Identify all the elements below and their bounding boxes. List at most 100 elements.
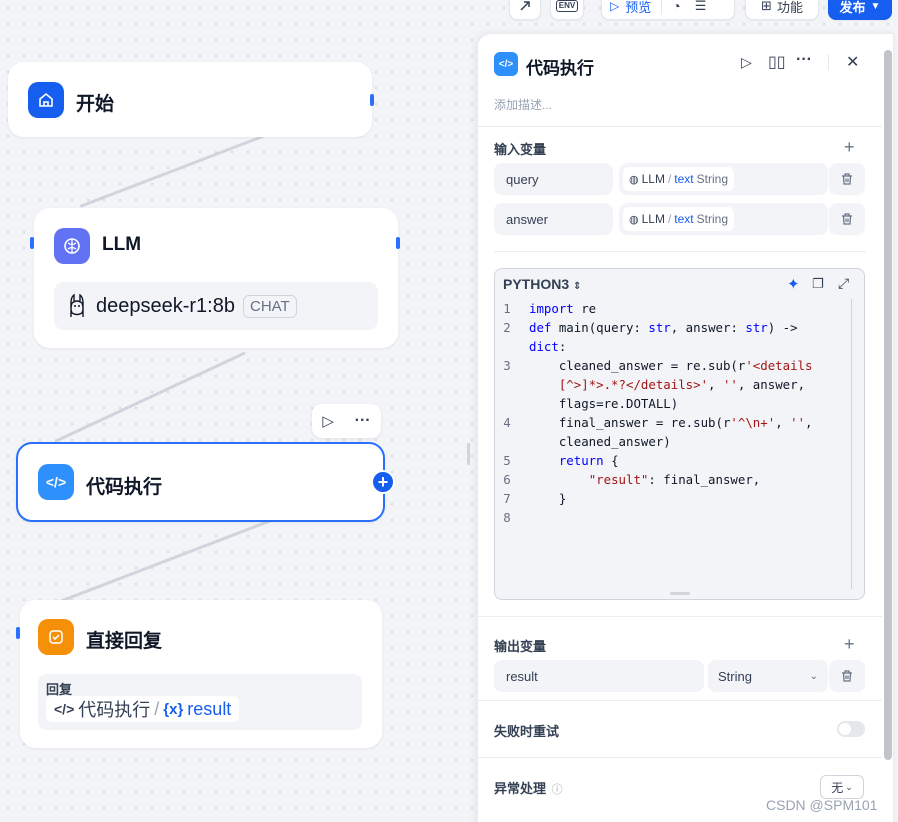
code-editor[interactable]: PYTHON3 ⇕ ✦ ❐ ⤢ 1 import re 2 def main(quer… (494, 268, 865, 600)
close-icon[interactable]: ✕ (846, 52, 859, 72)
description-input[interactable]: 添加描述... (494, 96, 552, 113)
line-content: cleaned_answer = re.sub(r'<details [^>]*… (529, 358, 813, 411)
resize-grip[interactable] (670, 592, 690, 595)
code-line[interactable]: 7 } (495, 489, 850, 508)
llm-brain-icon (54, 228, 90, 264)
retry-toggle[interactable] (837, 721, 865, 737)
line-number: 3 (503, 358, 511, 373)
code-line[interactable]: 5 return { (495, 451, 850, 470)
trash-icon (842, 213, 852, 225)
input-ref-selector[interactable]: ◍ LLM / text String (619, 163, 828, 195)
model-selector[interactable]: deepseek-r1:8b CHAT (54, 282, 378, 330)
error-handling-label: 异常处理 ⓘ (494, 778, 563, 797)
ref-type: String (696, 212, 728, 226)
plus-icon: + (377, 472, 389, 492)
llm-source-handle[interactable] (396, 237, 400, 249)
code-line[interactable]: 1 import re (495, 299, 850, 318)
input-name-field[interactable]: answer (494, 203, 613, 235)
output-name-field[interactable]: result (494, 660, 704, 692)
answer-node[interactable]: 直接回复 回复 </> 代码执行 / {x} result (20, 600, 382, 748)
code-line[interactable]: 8 (495, 508, 850, 527)
home-icon (28, 82, 64, 118)
chevron-down-icon: ⌄ (845, 781, 853, 792)
run-icon[interactable]: ▷ (741, 54, 752, 71)
output-type-select[interactable]: String ⌄ (708, 660, 828, 692)
code-icon: </> (494, 52, 518, 76)
chevron-updown-icon: ⇕ (573, 281, 582, 292)
copy-icon[interactable]: ❐ (812, 276, 824, 292)
code-line[interactable]: 2 def main(query: str, answer: str) -> di… (495, 318, 850, 356)
start-source-handle[interactable] (370, 94, 374, 106)
ai-sparkle-icon[interactable]: ✦ (787, 275, 800, 293)
publish-button[interactable]: 发布 ▼ (828, 0, 892, 20)
output-name: result (506, 668, 538, 684)
line-content: def main(query: str, answer: str) -> dic… (529, 320, 798, 354)
code-line[interactable]: 4 final_answer = re.sub(r'^\n+', '', cle… (495, 413, 850, 451)
delete-input-button[interactable] (829, 203, 865, 235)
retry-label: 失败时重试 (494, 724, 560, 739)
help-circle-icon[interactable]: ⓘ (552, 784, 563, 796)
panel-scrollbar[interactable] (884, 50, 892, 760)
more-icon[interactable]: ··· (355, 412, 371, 430)
node-title: 开始 (76, 94, 115, 115)
start-node[interactable]: 开始 (8, 62, 372, 137)
mode-badge: CHAT (242, 294, 297, 318)
input-name: answer (506, 211, 548, 227)
ref-node: 代码执行 (78, 700, 151, 720)
line-number: 5 (503, 453, 511, 468)
chevron-down-icon: ⌄ (809, 670, 818, 682)
input-ref-selector[interactable]: ◍ LLM / text String (619, 203, 828, 235)
code-scrollbar[interactable] (851, 299, 852, 589)
line-content (519, 508, 850, 527)
output-section-title: 输出变量 (494, 639, 547, 654)
error-handling-value: 无 (831, 780, 844, 795)
divider (494, 251, 866, 252)
input-ref-chip: ◍ LLM / text String (623, 167, 734, 191)
code-node[interactable]: </> 代码执行 (16, 442, 385, 522)
more-icon[interactable]: ··· (796, 51, 812, 69)
docs-book-icon[interactable]: ▯▯ (768, 52, 786, 72)
reply-box: 回复 </> 代码执行 / {x} result (38, 674, 362, 730)
panel-resize-handle[interactable] (467, 443, 470, 465)
toolbar-divider (661, 0, 663, 14)
answer-target-handle[interactable] (16, 627, 20, 639)
add-input-plus-icon[interactable]: + (844, 138, 855, 156)
env-button[interactable]: ENV (550, 0, 584, 20)
run-node-icon[interactable]: ▷ (322, 412, 334, 430)
llm-node[interactable]: LLM deepseek-r1:8b CHAT (34, 208, 398, 348)
code-line[interactable]: 6 "result": final_answer, (495, 470, 850, 489)
history-icon[interactable]: ◔ (672, 0, 680, 14)
ref-type: String (696, 172, 728, 186)
llm-brain-icon: ◍ (629, 173, 639, 186)
preview-button[interactable]: 预览 (625, 0, 651, 16)
code-line[interactable]: 3 cleaned_answer = re.sub(r'<details [^>… (495, 356, 850, 413)
play-icon: ▷ (610, 0, 620, 13)
export-icon (520, 1, 530, 11)
model-name: deepseek-r1:8b (96, 294, 235, 317)
workflow-checklist-button[interactable] (509, 0, 541, 20)
ref-separator: / (667, 172, 672, 186)
add-next-node-button[interactable]: + (371, 470, 395, 494)
checklist-icon[interactable]: ☰ (695, 0, 707, 14)
delete-output-button[interactable] (829, 660, 865, 692)
line-number: 7 (503, 491, 511, 506)
code-lines[interactable]: 1 import re 2 def main(query: str, answer: … (495, 299, 850, 527)
line-number: 6 (503, 472, 511, 487)
preview-group: ▷ 预览 ◔ ☰ (601, 0, 735, 20)
input-name-field[interactable]: query (494, 163, 613, 195)
divider (478, 616, 882, 617)
expand-icon[interactable]: ⤢ (838, 275, 849, 292)
error-handling-select[interactable]: 无 ⌄ (820, 775, 864, 799)
publish-label: 发布 (839, 0, 866, 15)
features-button[interactable]: ⊞ 功能 (745, 0, 819, 20)
line-content: return { (558, 453, 619, 468)
delete-input-button[interactable] (829, 163, 865, 195)
add-output-plus-icon[interactable]: + (844, 635, 855, 653)
code-icon: </> (38, 464, 74, 500)
line-number: 8 (503, 510, 511, 525)
line-content: } (529, 491, 567, 506)
ref-separator: / (154, 698, 160, 719)
llm-target-handle[interactable] (30, 237, 34, 249)
language-selector[interactable]: PYTHON3 ⇕ (503, 276, 581, 292)
ref-variable: result (187, 698, 232, 719)
